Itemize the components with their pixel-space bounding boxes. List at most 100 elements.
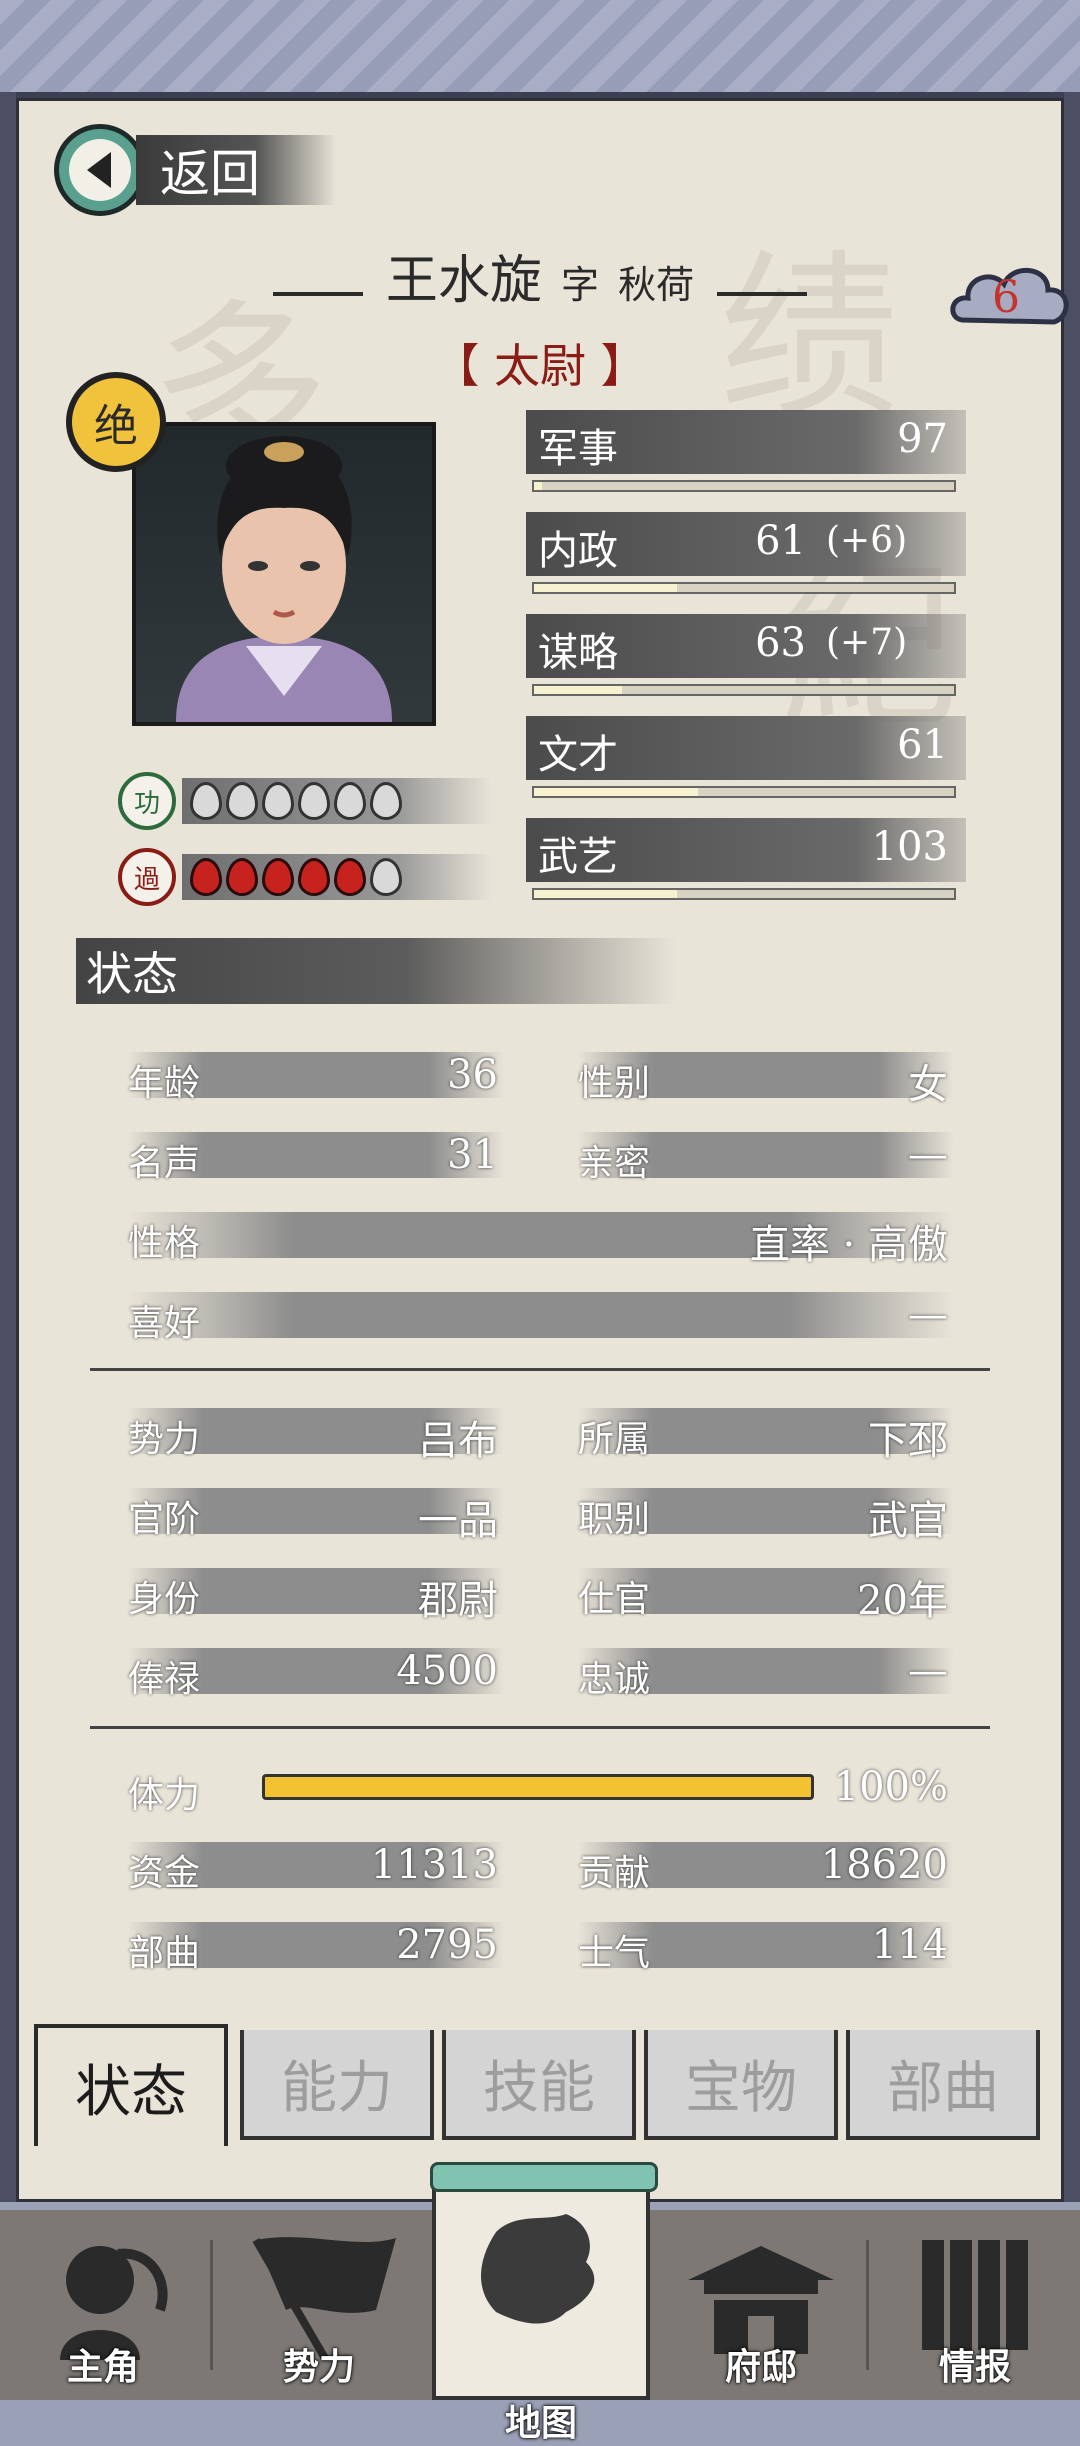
attribute-row: 武艺 103: [526, 818, 966, 906]
service-row: 仕官 20年: [578, 1568, 954, 1624]
drop-icon: [226, 858, 258, 896]
attribute-label: 武艺: [538, 834, 618, 880]
character-portrait: [132, 422, 436, 726]
fame-row: 名声 31: [128, 1132, 504, 1184]
right-border: [1064, 92, 1080, 2202]
fame-label: 名声: [128, 1143, 201, 1184]
stamina-value: 100%: [833, 1764, 948, 1810]
official-title: 【 太尉 】: [433, 339, 647, 393]
demerit-icon: 過: [118, 848, 176, 906]
gender-value: 女: [908, 1062, 948, 1108]
drop-icon: [370, 782, 402, 820]
attribute-fill: [534, 686, 623, 694]
personality-label: 性格: [128, 1223, 201, 1264]
drop-icon: [262, 782, 294, 820]
tab-treasure[interactable]: 宝物: [644, 2030, 838, 2140]
attribute-fill: [534, 584, 677, 592]
post-type-row: 职别 武官: [578, 1488, 954, 1544]
salary-label: 俸禄: [128, 1659, 201, 1700]
character-name-row: 王水旋 字 秋荷: [0, 238, 1080, 313]
attribute-row: 文才 61: [526, 716, 966, 804]
nav-separator: [210, 2240, 213, 2370]
funds-label: 资金: [128, 1853, 201, 1894]
nav-mansion-label: 府邸: [724, 2346, 797, 2388]
nav-intel[interactable]: 情报: [872, 2210, 1078, 2400]
post-type-value: 武官: [868, 1498, 948, 1544]
contribution-row: 贡献 18620: [578, 1842, 954, 1894]
attribute-track: [532, 684, 956, 696]
attribute-track: [532, 786, 956, 798]
stamina-label: 体力: [128, 1775, 201, 1816]
drop-icon: [262, 858, 294, 896]
attribute-track: [532, 480, 956, 492]
attribute-fill: [534, 482, 543, 490]
troops-value: 2795: [396, 1922, 498, 1968]
detail-tabs: 状态 能力 技能 宝物 部曲: [30, 2024, 1050, 2150]
intimacy-value: —: [908, 1132, 948, 1178]
rank-label: 官阶: [128, 1499, 201, 1540]
service-label: 仕官: [578, 1579, 651, 1620]
tab-troops[interactable]: 部曲: [846, 2030, 1040, 2140]
age-row: 年龄 36: [128, 1052, 504, 1104]
drop-icon: [334, 782, 366, 820]
nav-separator: [866, 2240, 869, 2370]
merit-row: 功: [118, 770, 492, 832]
identity-row: 身份 郡尉: [128, 1568, 504, 1624]
back-label: 返回: [160, 145, 260, 203]
attribute-fill: [534, 890, 677, 898]
nav-intel-label: 情报: [938, 2346, 1011, 2388]
personality-value: 直率 · 高傲: [749, 1222, 948, 1268]
contribution-label: 贡献: [578, 1853, 651, 1894]
attribute-track: [532, 582, 956, 594]
merit-drops: [182, 778, 492, 824]
merit-icon: 功: [118, 772, 176, 830]
stamina-bar: [262, 1774, 814, 1800]
nav-mansion[interactable]: 府邸: [658, 2210, 864, 2400]
nav-faction[interactable]: 势力: [216, 2210, 422, 2400]
location-value: 下邳: [868, 1418, 948, 1464]
attribute-track: [532, 888, 956, 900]
top-border-pattern: [0, 0, 1080, 98]
status-section-title: 状态: [86, 947, 178, 1001]
attribute-row: 谋略 (+7) 63: [526, 614, 966, 702]
back-button[interactable]: 返回: [54, 122, 364, 218]
nav-faction-label: 势力: [282, 2346, 355, 2388]
attribute-bonus: (+6): [826, 520, 908, 561]
nav-hero[interactable]: 主角: [0, 2210, 206, 2400]
ornament-right: [717, 291, 808, 296]
morale-value: 114: [871, 1922, 948, 1968]
ornament-left: [272, 291, 363, 296]
attribute-value: 61: [897, 722, 948, 768]
attribute-row: 军事 97: [526, 410, 966, 498]
identity-label: 身份: [128, 1579, 201, 1620]
intimacy-label: 亲密: [578, 1143, 651, 1184]
salary-row: 俸禄 4500: [128, 1648, 504, 1700]
tab-ability[interactable]: 能力: [240, 2030, 434, 2140]
back-arrow-icon: [54, 124, 146, 216]
rank-value: 一品: [418, 1498, 498, 1544]
divider: [90, 1368, 990, 1371]
tab-status[interactable]: 状态: [34, 2024, 228, 2146]
divider: [90, 1726, 990, 1729]
age-label: 年龄: [128, 1063, 201, 1104]
courtesy-prefix: 字: [560, 263, 599, 307]
age-value: 36: [447, 1052, 498, 1098]
tab-skills[interactable]: 技能: [442, 2030, 636, 2140]
gender-row: 性别 女: [578, 1052, 954, 1108]
nav-map[interactable]: 地图: [430, 2162, 658, 2444]
attribute-label: 谋略: [538, 630, 618, 676]
troops-row: 部曲 2795: [128, 1922, 504, 1974]
location-row: 所属 下邳: [578, 1408, 954, 1464]
nav-map-label: 地图: [504, 2402, 577, 2444]
cloud-badge-icon[interactable]: 6: [948, 256, 1072, 346]
location-label: 所属: [578, 1419, 651, 1460]
demerit-drops: [182, 854, 492, 900]
status-section-header: 状态: [76, 938, 676, 1004]
contribution-value: 18620: [820, 1842, 948, 1888]
drop-icon: [190, 858, 222, 896]
intimacy-row: 亲密 —: [578, 1132, 954, 1184]
loyalty-row: 忠诚 —: [578, 1648, 954, 1700]
map-tab-cap: [430, 2162, 658, 2192]
drop-icon: [334, 858, 366, 896]
salary-value: 4500: [396, 1648, 498, 1694]
